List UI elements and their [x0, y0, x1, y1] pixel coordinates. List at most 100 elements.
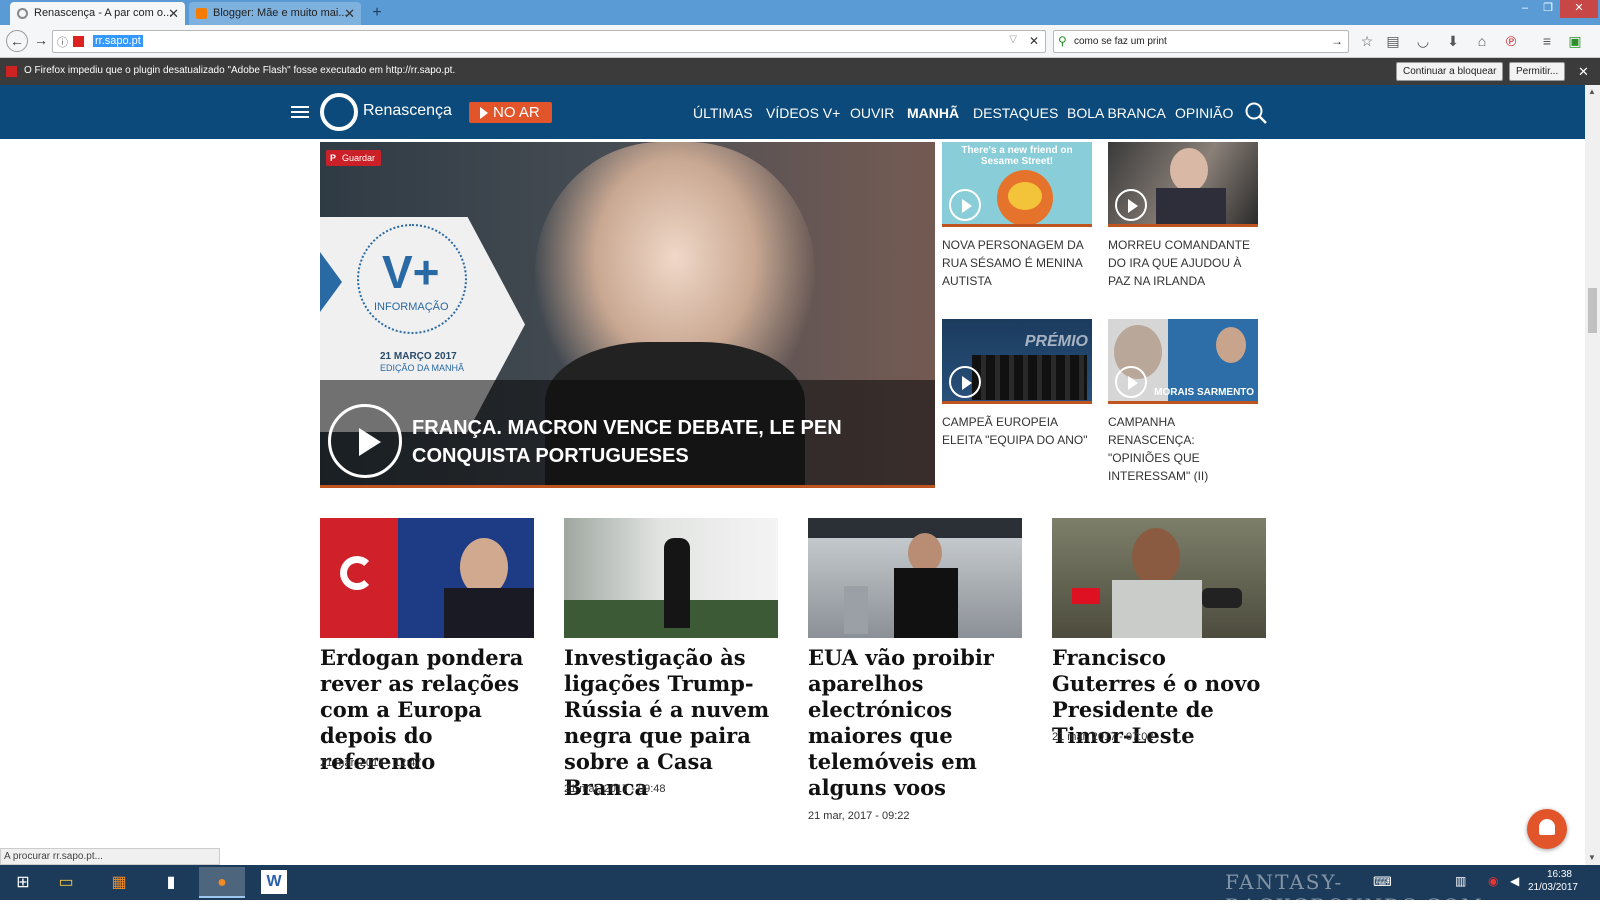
live-radio-button[interactable]: NO AR — [469, 102, 552, 123]
pinterest-icon[interactable]: ℗ — [1500, 31, 1522, 53]
extension-icon[interactable]: ▣ — [1564, 31, 1586, 53]
article-title[interactable]: Erdogan pondera rever as relações com a … — [320, 645, 534, 775]
ira-photo-body — [1156, 188, 1226, 224]
side-story-image[interactable]: There's a new friend on Sesame Street! — [942, 142, 1092, 227]
page-scrollbar[interactable]: ▲ ▼ — [1585, 85, 1600, 865]
officer-body — [894, 568, 958, 638]
hero-title[interactable]: FRANÇA. MACRON VENCE DEBATE, LE PEN CONQ… — [412, 414, 892, 470]
network-icon[interactable]: ▥ — [1455, 874, 1466, 888]
nav-ouvir[interactable]: OUVIR — [850, 105, 894, 121]
sesame-image-text: There's a new friend on Sesame Street! — [961, 145, 1073, 167]
home-icon[interactable]: ⌂ — [1471, 31, 1493, 53]
close-window-button[interactable]: ✕ — [1560, 0, 1598, 18]
stop-icon[interactable]: ✕ — [1029, 34, 1039, 48]
watermark-text: FANTASY-BACKGROUNDS.COM — [1225, 870, 1484, 918]
word-icon[interactable]: W — [261, 870, 287, 894]
browser-tab-strip: Renascença - A par com o... ✕ Blogger: M… — [0, 0, 1600, 25]
v-plus-arrow — [320, 252, 342, 312]
side-story-title[interactable]: MORREU COMANDANTE DO IRA QUE AJUDOU À PA… — [1108, 236, 1258, 290]
scroll-thumb[interactable] — [1588, 288, 1597, 333]
side-story-image[interactable]: PRÉMIO — [942, 319, 1092, 404]
volume-icon[interactable]: ◀ — [1510, 874, 1519, 888]
article-date: 21 mar, 2017 - 09:48 — [564, 783, 666, 795]
new-tab-button[interactable]: + — [365, 2, 389, 25]
bookmark-star-icon[interactable]: ☆ — [1356, 31, 1378, 53]
search-icon[interactable] — [1244, 101, 1268, 125]
article-title[interactable]: EUA vão proibir aparelhos electrónicos m… — [808, 645, 1022, 801]
erdogan-suit — [444, 588, 534, 638]
clock-date[interactable]: 21/03/2017 — [1528, 882, 1578, 893]
play-icon[interactable] — [949, 366, 981, 398]
play-icon[interactable] — [328, 404, 402, 478]
forward-button[interactable]: → — [30, 30, 52, 52]
charts-app-icon[interactable]: ▮ — [148, 867, 194, 898]
restore-button[interactable]: ❐ — [1537, 0, 1559, 18]
play-icon[interactable] — [1115, 366, 1147, 398]
article-image-timor[interactable] — [1052, 518, 1266, 638]
scroll-up-icon[interactable]: ▲ — [1588, 87, 1596, 96]
side-story-image[interactable] — [1108, 142, 1258, 227]
nav-videos[interactable]: VÍDEOS V+ — [766, 105, 840, 121]
guterres-face — [1132, 528, 1180, 586]
blogger-icon — [196, 8, 207, 19]
file-explorer-icon[interactable]: ▭ — [43, 867, 89, 898]
article-title[interactable]: Investigação às ligações Trump-Rússia é … — [564, 645, 778, 801]
minimize-button[interactable]: – — [1514, 0, 1536, 18]
url-text: rr.sapo.pt — [93, 35, 143, 47]
side-story-title[interactable]: CAMPANHA RENASCENÇA: "OPINIÕES QUE INTER… — [1108, 413, 1258, 485]
dropdown-icon[interactable]: ▽ — [1009, 34, 1017, 45]
menu-icon[interactable]: ≡ — [1536, 31, 1558, 53]
site-logo-text[interactable]: Renascença — [363, 102, 452, 120]
keyboard-icon[interactable]: ⌨ — [1373, 874, 1392, 890]
hero-story[interactable]: V+ INFORMAÇÃO 21 MARÇO 2017 EDIÇÃO DA MA… — [320, 142, 935, 488]
search-bar[interactable]: ⚲ como se faz um print → — [1053, 30, 1349, 53]
v-plus-subtitle: INFORMAÇÃO — [374, 301, 449, 313]
tab-blogger[interactable]: Blogger: Mãe e muito mai... ✕ — [189, 2, 361, 25]
hamburger-menu-icon[interactable] — [291, 103, 309, 119]
download-icon[interactable]: ⬇ — [1442, 31, 1464, 53]
search-input[interactable]: como se faz um print — [1074, 36, 1167, 47]
allow-button[interactable]: Permitir... — [1509, 62, 1566, 81]
pinterest-save-button[interactable]: Guardar — [326, 150, 382, 166]
play-icon[interactable] — [1115, 189, 1147, 221]
renascenca-logo-icon[interactable] — [320, 93, 358, 131]
v-plus-badge: V+ — [382, 246, 440, 298]
notification-bell-icon[interactable] — [1527, 809, 1567, 849]
side-story-image[interactable]: MORAIS SARMENTO — [1108, 319, 1258, 404]
nav-opiniao[interactable]: OPINIÃO — [1175, 105, 1233, 121]
notification-text: O Firefox impediu que o plugin desatuali… — [24, 65, 456, 76]
nav-manha[interactable]: MANHÃ — [907, 105, 959, 121]
play-icon[interactable] — [949, 189, 981, 221]
search-go-icon[interactable]: → — [1331, 34, 1343, 48]
article-image-erdogan[interactable] — [320, 518, 534, 638]
info-icon[interactable]: ⓘ — [57, 34, 68, 50]
url-bar[interactable]: ⓘ rr.sapo.pt ▽ ✕ — [52, 30, 1046, 53]
nav-bola-branca[interactable]: BOLA BRANCA — [1067, 105, 1166, 121]
side-story-title[interactable]: NOVA PERSONAGEM DA RUA SÉSAMO É MENINA A… — [942, 236, 1092, 290]
pocket-icon[interactable]: ◡ — [1412, 31, 1434, 53]
antivirus-icon[interactable]: ◉ — [1488, 874, 1498, 888]
nav-ultimas[interactable]: ÚLTIMAS — [693, 105, 753, 121]
article-image-airport[interactable] — [808, 518, 1022, 638]
guterres-shirt — [1112, 580, 1202, 638]
back-button[interactable]: ← — [6, 30, 28, 52]
article-date: 21 mar, 2017 - 09:22 — [808, 810, 910, 822]
scroll-down-icon[interactable]: ▼ — [1588, 853, 1596, 862]
close-tab-icon[interactable]: ✕ — [168, 2, 179, 25]
start-windows-icon[interactable]: ⊞ — [0, 867, 46, 898]
app-icon[interactable]: ▦ — [96, 867, 142, 898]
tab-renascenca[interactable]: Renascença - A par com o... ✕ — [10, 2, 185, 25]
reading-list-icon[interactable]: ▤ — [1382, 31, 1404, 53]
article-image-trump[interactable] — [564, 518, 778, 638]
close-notification-icon[interactable]: ✕ — [1578, 64, 1589, 80]
nav-destaques[interactable]: DESTAQUES — [973, 105, 1058, 121]
clock-time[interactable]: 16:38 — [1547, 869, 1572, 880]
windows-taskbar: ⊞ ▭ ▦ ▮ ● W FANTASY-BACKGROUNDS.COM ⌨ ▥ … — [0, 865, 1600, 918]
officer-face — [908, 533, 942, 573]
continue-blocking-button[interactable]: Continuar a bloquear — [1396, 62, 1504, 81]
close-tab-icon[interactable]: ✕ — [344, 2, 355, 25]
article-date: 21 mar, 2017 - 12:47 — [320, 757, 422, 769]
side-story-title[interactable]: CAMPEÃ EUROPEIA ELEITA "EQUIPA DO ANO" — [942, 413, 1092, 449]
firefox-icon[interactable]: ● — [199, 867, 245, 898]
search-engine-icon[interactable]: ⚲ — [1058, 34, 1067, 48]
